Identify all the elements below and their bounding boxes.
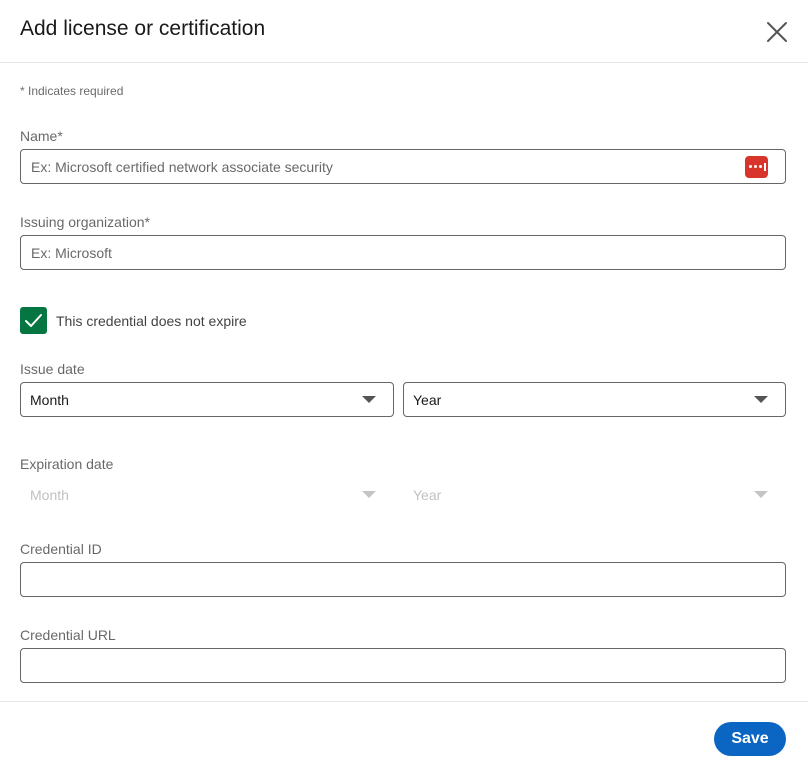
expiration-year-value: Year: [413, 487, 442, 503]
no-expire-checkbox[interactable]: [20, 307, 47, 334]
modal-title: Add license or certification: [20, 17, 266, 40]
name-input[interactable]: [20, 149, 786, 184]
issuing-org-input[interactable]: [20, 235, 786, 270]
issue-date-label: Issue date: [20, 361, 85, 377]
credential-url-input[interactable]: [20, 648, 786, 683]
expiration-date-label: Expiration date: [20, 456, 114, 472]
expiration-month-value: Month: [30, 487, 69, 503]
issue-month-value: Month: [30, 392, 69, 408]
modal-footer: Save: [0, 701, 808, 766]
save-button[interactable]: Save: [714, 722, 786, 756]
expiration-year-select: Year: [403, 477, 786, 512]
credential-id-input[interactable]: [20, 562, 786, 597]
name-label: Name*: [20, 128, 63, 144]
chevron-down-icon: [362, 491, 376, 498]
issue-year-select[interactable]: Year: [403, 382, 786, 417]
issue-month-select[interactable]: Month: [20, 382, 394, 417]
close-icon: [767, 22, 787, 42]
close-button[interactable]: [764, 19, 790, 45]
required-note: * Indicates required: [20, 84, 124, 98]
chevron-down-icon: [362, 396, 376, 403]
issue-year-value: Year: [413, 392, 442, 408]
checkmark-icon: [25, 314, 42, 327]
expiration-month-select: Month: [20, 477, 394, 512]
credential-id-label: Credential ID: [20, 541, 102, 557]
issuing-org-label: Issuing organization*: [20, 214, 150, 230]
modal-header: Add license or certification: [0, 0, 808, 63]
no-expire-label[interactable]: This credential does not expire: [56, 313, 247, 329]
chevron-down-icon: [754, 396, 768, 403]
chevron-down-icon: [754, 491, 768, 498]
password-manager-icon[interactable]: [745, 156, 768, 178]
credential-url-label: Credential URL: [20, 627, 116, 643]
